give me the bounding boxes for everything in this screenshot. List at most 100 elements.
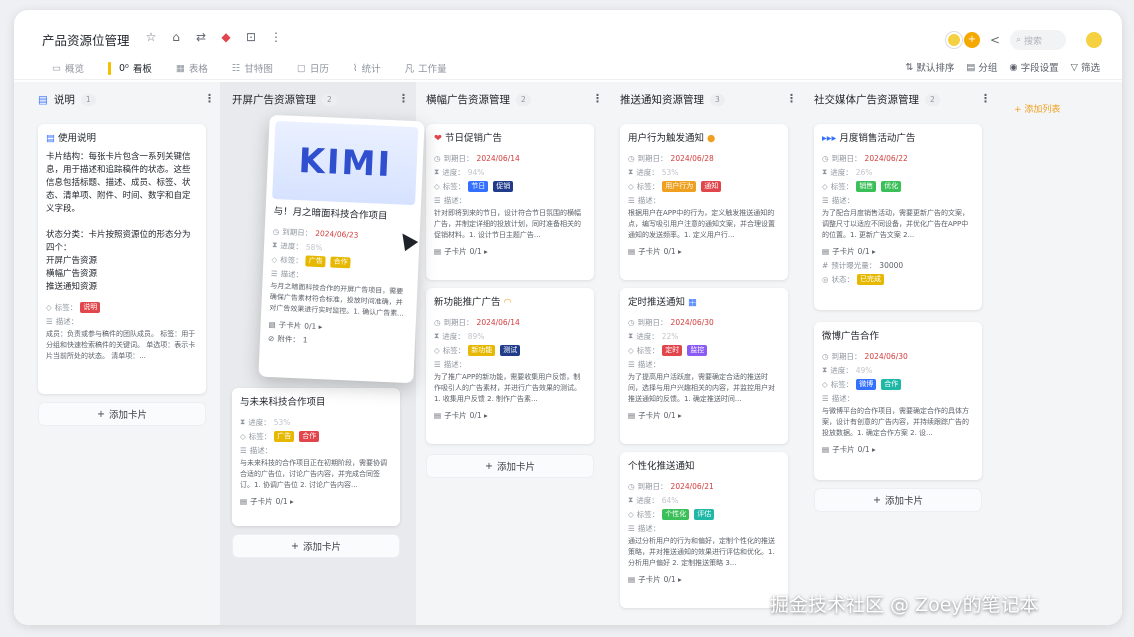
tab-kanban[interactable]: 0⁰ 看板 — [119, 60, 152, 76]
app-icon[interactable]: ◆ — [219, 30, 233, 44]
tag: 个性化 — [662, 508, 690, 520]
subcard-icon: ▤ — [822, 444, 830, 454]
add-member-icon[interactable]: + — [963, 32, 980, 48]
swap-icon[interactable]: ⇄ — [194, 30, 208, 44]
card-festival[interactable]: ❤ 节日促销广告 ◷ 到期日： 2024/06/14 ⧗ 进度： 94% ◇ 标签： 节日促… — [426, 124, 594, 280]
card-future-tech[interactable]: 与未来科技合作项目 ⧗ 进度： 53% ◇ 标签： 广告 合作 ☰ 描述： 与未来科技的合作… — [232, 388, 400, 526]
search-input[interactable]: ⌕ 搜索 — [1010, 30, 1066, 50]
column-header[interactable]: 开屏广告资源管理 2 — [232, 92, 337, 107]
tag-icon: ◇ — [822, 181, 828, 191]
clock-icon: ◷ — [628, 481, 635, 491]
tag: 测试 — [500, 344, 521, 356]
tag: 广告 — [274, 430, 295, 442]
rainbow-icon: ◠ — [503, 297, 512, 308]
sort-button[interactable]: ⇅ 默认排序 — [905, 60, 954, 75]
column-header[interactable]: 横幅广告资源管理 2 — [426, 92, 531, 107]
view-options: ⇅ 默认排序 ▤ 分组 ◉ 字段设置 ▽ 筛选 — [905, 60, 1100, 75]
column-menu-icon[interactable]: ⋮ — [398, 92, 409, 105]
tag-icon: ◇ — [240, 431, 246, 441]
column-menu-icon[interactable]: ⋮ — [980, 92, 991, 105]
subcard-row: ▤ 子卡片 0/1 ▸ — [434, 410, 488, 420]
lock-icon[interactable]: ⌂ — [169, 30, 183, 44]
filter-button[interactable]: ▽ 筛选 — [1071, 60, 1100, 75]
add-card-button[interactable]: + 添加卡片 — [38, 402, 206, 426]
screenshot-stage: 产品资源位管理 ☆ ⌂ ⇄ ◆ ⊡ ⋮ + < ⌕ 搜索 ▭ 概览 0⁰ 看板 ▦ 表格… — [0, 0, 1134, 637]
card-weibo[interactable]: 微博广告合作 ◷ 到期日： 2024/06/30 ⧗ 进度： 49% ◇ 标签： 微博 合作 … — [814, 322, 982, 480]
column-header[interactable]: ▤ 说明 1 — [38, 92, 96, 107]
subcard-row: ▤ 子卡片 0/1 ▸ — [628, 574, 682, 584]
group-icon: ▤ — [966, 61, 976, 73]
column-menu-icon[interactable]: ⋮ — [204, 92, 215, 105]
due-row: ◷ 到期日： 2024/06/14 — [434, 153, 520, 163]
due-row: ◷ 到期日： 2024/06/22 — [822, 153, 908, 163]
column-header[interactable]: 推送通知资源管理 3 — [620, 92, 725, 107]
progress-row: ⧗ 进度： 89% — [434, 331, 485, 341]
workload-icon: 凡 — [404, 64, 415, 75]
field-settings-button[interactable]: ◉ 字段设置 — [1009, 60, 1058, 75]
hourglass-icon: ⧗ — [628, 495, 634, 504]
due-row: ◷ 到期日： 2024/06/14 — [434, 317, 520, 327]
plus-icon: + — [291, 540, 299, 552]
subcard-icon: ▤ — [434, 410, 442, 420]
clock-icon: ◷ — [628, 153, 635, 163]
add-card-button[interactable]: + 添加卡片 — [232, 534, 400, 558]
column-menu-icon[interactable]: ⋮ — [592, 92, 603, 105]
subcard-row: ▤ 子卡片 0/1 ▸ — [434, 246, 488, 256]
card-monthly-sales[interactable]: ▸▸▸ 月度销售活动广告 ◷ 到期日： 2024/06/22 ⧗ 进度： 26% ◇ 标签… — [814, 124, 982, 310]
book-icon: ▤ — [46, 133, 55, 144]
card-desc: 为了提高用户活跃度，需要确定合适的推送时间，选择与用户兴趣相关的内容，并监控用户… — [628, 373, 775, 403]
card-behavior-trigger[interactable]: 用户行为触发通知 ● ◷ 到期日： 2024/06/28 ⧗ 进度： 53% ◇ 标签：用… — [620, 124, 788, 280]
note-body: 卡片结构：每张卡片包含一系列关键信息，用于描述和追踪稿件的状态。这些信息包括标题… — [46, 152, 191, 292]
add-card-button[interactable]: + 添加卡片 — [426, 454, 594, 478]
hourglass-icon: ⧗ — [271, 239, 278, 250]
tab-overview[interactable]: ▭ 概览 — [52, 60, 84, 76]
tags-row: ◇ 标签： 节日 促销 — [434, 179, 586, 193]
tab-table[interactable]: ▦ 表格 — [176, 60, 208, 76]
clock-icon: ◷ — [434, 153, 441, 163]
desc-row: ☰ 描述： — [434, 359, 467, 369]
more-icon[interactable]: ⋮ — [269, 30, 283, 44]
due-row: ◷ 到期日： 2024/06/28 — [628, 153, 714, 163]
page-title: 产品资源位管理 — [42, 33, 130, 48]
desc-icon: ☰ — [270, 268, 278, 278]
tag: 优化 — [881, 180, 902, 192]
desc-icon: ☰ — [628, 195, 635, 205]
progress-row: ⧗ 进度： 94% — [434, 167, 485, 177]
dragged-card[interactable]: KIMI 与！月之暗面科技合作项目 ◷ 到期日： 2024/06/23 ⧗ 进度： 58… — [258, 114, 425, 384]
avatar[interactable] — [945, 32, 962, 48]
view-bar: ▭ 概览 0⁰ 看板 ▦ 表格 ☷ 甘特图 ▢ 日历 ⌇ 统计 凡工作量 ⇅ 默认排序 ▤ 分组… — [14, 56, 1122, 80]
card-desc: 通过分析用户的行为和偏好，定制个性化的推送策略，并对推送通知的效果进行评估和优化… — [628, 537, 775, 567]
heart-icon: ❤ — [434, 133, 442, 144]
note-card[interactable]: ▤ 使用说明 卡片结构：每张卡片包含一系列关键信息，用于描述和追踪稿件的状态。这… — [38, 124, 206, 394]
clock-icon: ◷ — [628, 317, 635, 327]
desc-row: ☰ 描述： — [822, 393, 855, 403]
robot-icon[interactable]: ⊡ — [244, 30, 258, 44]
hourglass-icon: ⧗ — [628, 167, 634, 176]
tab-calendar[interactable]: ▢ 日历 — [297, 60, 329, 76]
card-title: 与！月之暗面科技合作项目 — [273, 206, 388, 222]
desc-icon: ☰ — [240, 445, 247, 455]
card-title: 微博广告合作 — [822, 331, 880, 342]
progress-row: ⧗ 进度： 53% — [628, 167, 679, 177]
add-list-button[interactable]: + 添加列表 — [1014, 102, 1060, 115]
card-timed-push[interactable]: 定时推送通知 ▦ ◷ 到期日： 2024/06/30 ⧗ 进度： 22% ◇ 标签： 定时监… — [620, 288, 788, 444]
column-menu-icon[interactable]: ⋮ — [786, 92, 797, 105]
card-personalized-push[interactable]: 个性化推送通知 ◷ 到期日： 2024/06/21 ⧗ 进度： 64% ◇ 标签： 个性化评… — [620, 452, 788, 608]
tag-icon: ◇ — [628, 181, 634, 191]
tab-workload[interactable]: 凡工作量 — [405, 60, 447, 76]
card-new-feature[interactable]: 新功能推广广告 ◠ ◷ 到期日： 2024/06/14 ⧗ 进度： 89% ◇ 标签： 新功… — [426, 288, 594, 444]
watermark: 掘金技术社区 @ Zoey的笔记本 — [770, 594, 1039, 616]
star-icon[interactable]: ☆ — [144, 30, 158, 44]
column-header[interactable]: 社交媒体广告资源管理 2 — [814, 92, 940, 107]
group-button[interactable]: ▤ 分组 — [966, 60, 997, 75]
tag-icon: ◇ — [628, 345, 634, 355]
share-icon[interactable]: < — [990, 33, 1000, 47]
tab-gantt[interactable]: ☷ 甘特图 — [232, 60, 273, 76]
user-avatar[interactable] — [1086, 32, 1102, 48]
tab-stats[interactable]: ⌇ 统计 — [353, 60, 381, 76]
add-card-button[interactable]: + 添加卡片 — [814, 488, 982, 512]
desc-icon: ☰ — [822, 195, 829, 205]
subcard-row: ▤ 子卡片 0/1 ▸ — [822, 444, 876, 454]
desc-icon: ☰ — [434, 359, 441, 369]
subcard-icon: ▤ — [434, 246, 442, 256]
